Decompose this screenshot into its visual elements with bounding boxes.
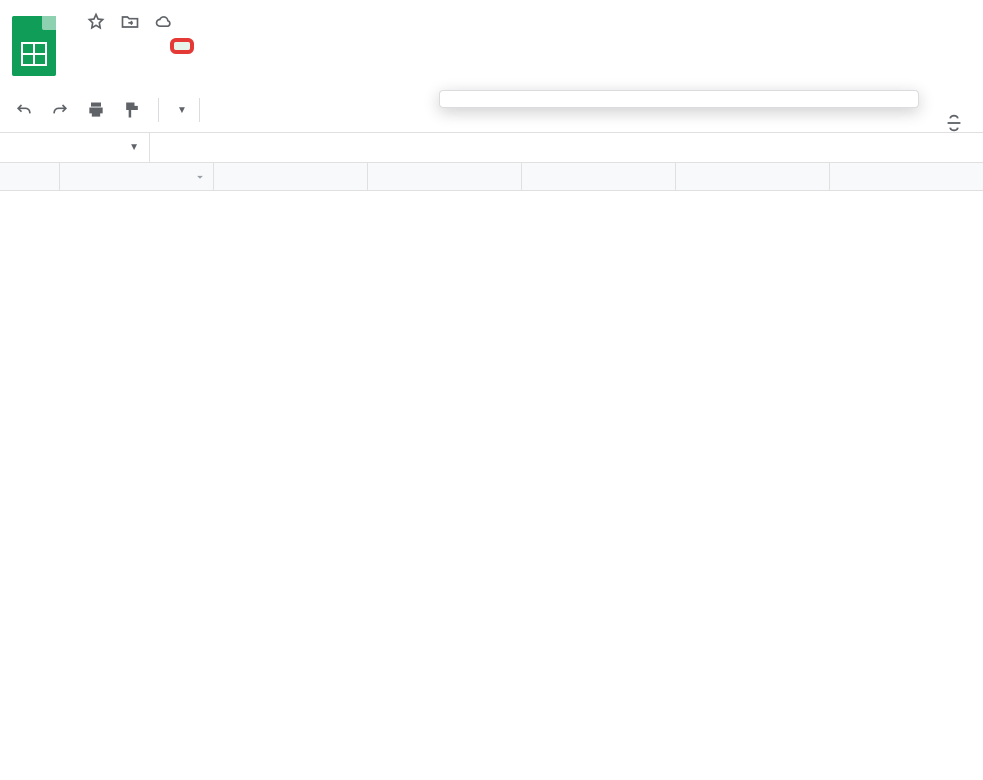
- column-header[interactable]: [676, 163, 830, 190]
- spreadsheet-grid[interactable]: [0, 163, 983, 191]
- star-icon[interactable]: [86, 12, 106, 32]
- data-menu-dropdown: [439, 90, 919, 108]
- column-menu-icon[interactable]: [193, 170, 207, 184]
- move-folder-icon[interactable]: [120, 12, 140, 32]
- column-header[interactable]: [368, 163, 522, 190]
- menu-insert[interactable]: [132, 40, 152, 52]
- menubar: [72, 34, 971, 52]
- column-header[interactable]: [830, 163, 983, 190]
- name-box[interactable]: ▼: [0, 133, 150, 162]
- column-header[interactable]: [522, 163, 676, 190]
- sheets-logo-icon: [12, 16, 56, 76]
- caret-down-icon: ▼: [177, 105, 187, 116]
- strikethrough-button[interactable]: [943, 112, 965, 138]
- menu-edit[interactable]: [92, 40, 112, 52]
- menu-file[interactable]: [72, 40, 92, 52]
- cloud-status-icon[interactable]: [154, 12, 174, 32]
- print-button[interactable]: [82, 96, 110, 124]
- undo-button[interactable]: [10, 96, 38, 124]
- column-header[interactable]: [214, 163, 368, 190]
- select-all-corner[interactable]: [0, 163, 60, 190]
- menu-data[interactable]: [172, 40, 192, 52]
- zoom-select[interactable]: ▼: [171, 105, 187, 116]
- formula-bar: ▼: [0, 133, 983, 163]
- app-header: [0, 0, 983, 88]
- caret-down-icon: ▼: [129, 142, 139, 153]
- menu-extensions[interactable]: [212, 40, 232, 52]
- menu-format[interactable]: [152, 40, 172, 52]
- redo-button[interactable]: [46, 96, 74, 124]
- paint-format-button[interactable]: [118, 96, 146, 124]
- column-header[interactable]: [60, 163, 214, 190]
- menu-help[interactable]: [232, 40, 252, 52]
- menu-view[interactable]: [112, 40, 132, 52]
- menu-tools[interactable]: [192, 40, 212, 52]
